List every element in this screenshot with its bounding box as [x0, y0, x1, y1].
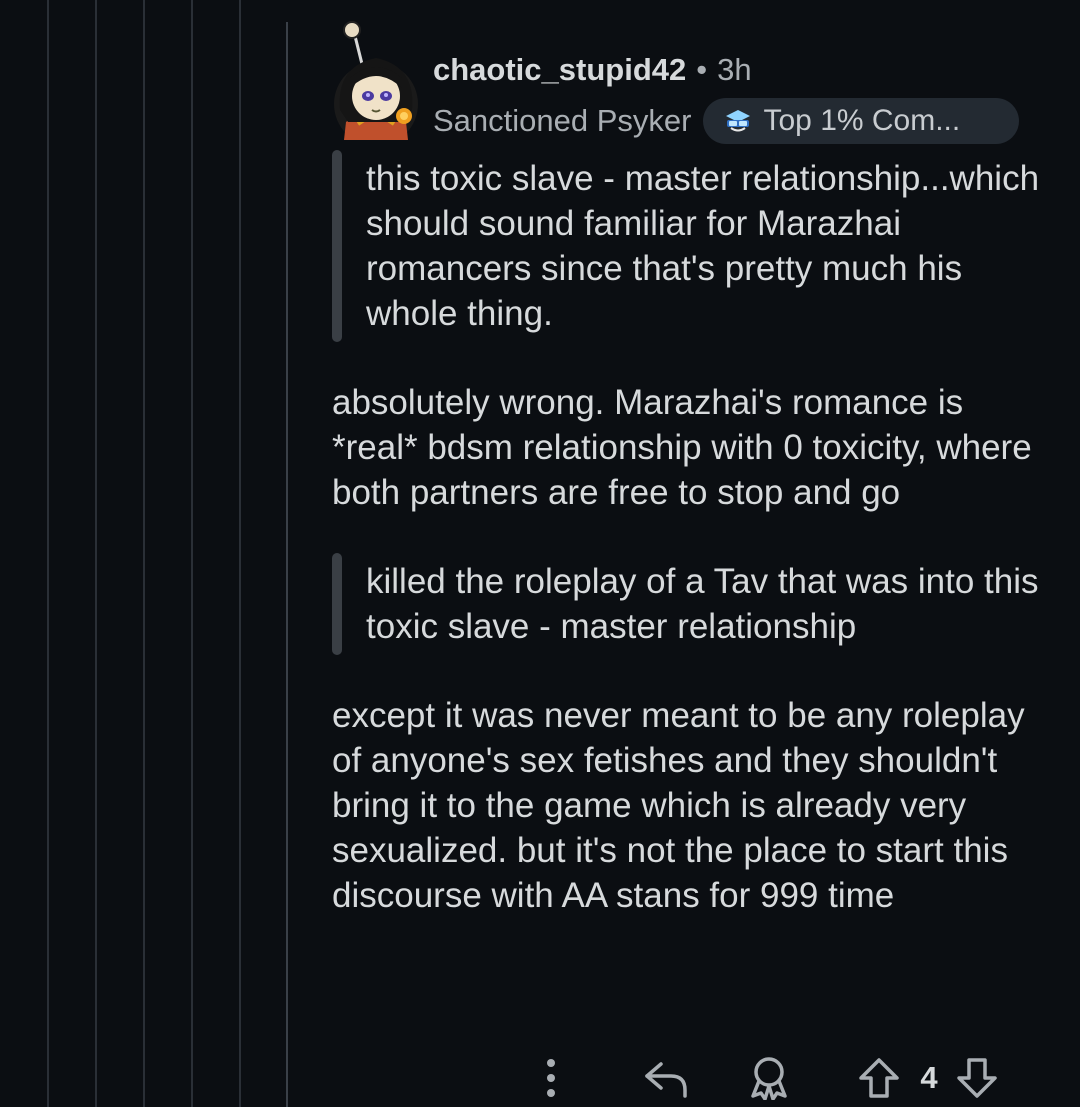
- thread-line[interactable]: [95, 0, 97, 1107]
- quote-bar: [332, 553, 342, 655]
- quote-bar: [332, 150, 342, 342]
- award-button[interactable]: [744, 1052, 794, 1104]
- thread-line[interactable]: [286, 22, 288, 1107]
- upvote-icon: [859, 1058, 899, 1098]
- award-icon: [751, 1057, 787, 1100]
- achievement-icon: [726, 110, 751, 132]
- reply-button[interactable]: [640, 1052, 692, 1104]
- comment-meta: chaotic_stupid42 • 3h: [433, 50, 752, 90]
- thread-line[interactable]: [239, 0, 241, 1107]
- downvote-icon: [957, 1058, 997, 1098]
- timestamp: 3h: [717, 52, 752, 87]
- thread-line[interactable]: [47, 0, 49, 1107]
- user-flair: Sanctioned Psyker: [433, 103, 692, 138]
- separator-dot: •: [696, 52, 708, 87]
- comment-paragraph: except it was never meant to be any role…: [332, 696, 1025, 915]
- thread-line[interactable]: [191, 0, 193, 1107]
- downvote-button[interactable]: [954, 1052, 1000, 1104]
- comment-body: this toxic slave - master relationship..…: [332, 150, 1042, 962]
- thread-line[interactable]: [143, 0, 145, 1107]
- comment-paragraph: absolutely wrong. Marazhai's romance is …: [332, 383, 1032, 512]
- quote-text: killed the roleplay of a Tav that was in…: [366, 562, 1039, 646]
- blockquote: killed the roleplay of a Tav that was in…: [332, 553, 1042, 655]
- flair-row: Sanctioned Psyker Top 1% Com...: [433, 98, 1020, 144]
- more-options-button[interactable]: [530, 1052, 572, 1104]
- avatar[interactable]: [332, 18, 420, 146]
- blockquote: this toxic slave - master relationship..…: [332, 150, 1042, 342]
- quote-text: this toxic slave - master relationship..…: [366, 159, 1040, 333]
- achievement-badge[interactable]: Top 1% Com...: [703, 98, 1020, 144]
- username[interactable]: chaotic_stupid42: [433, 52, 686, 88]
- vote-count: 4: [920, 1060, 938, 1095]
- reply-icon: [645, 1062, 687, 1098]
- more-options-icon: [547, 1059, 555, 1097]
- comment-action-bar: 4: [0, 1052, 1080, 1104]
- upvote-button[interactable]: [856, 1052, 902, 1104]
- achievement-label: Top 1% Com...: [763, 104, 961, 137]
